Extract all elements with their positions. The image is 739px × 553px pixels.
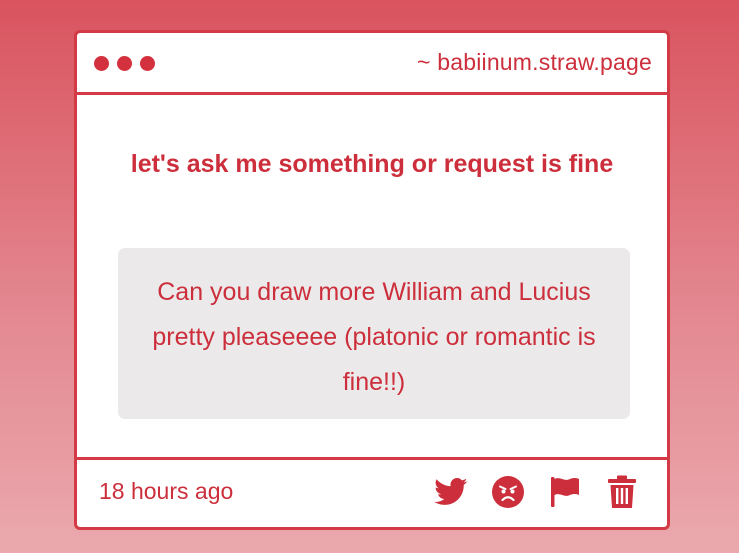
window-titlebar: ~ babiinum.straw.page [77, 33, 667, 95]
card-footer: 18 hours ago [77, 457, 667, 527]
message-box: Can you draw more William and Lucius pre… [118, 248, 630, 419]
message-text: Can you draw more William and Lucius pre… [152, 278, 596, 396]
flag-icon[interactable] [548, 475, 582, 509]
window-dots [94, 56, 155, 71]
window-dot [140, 56, 155, 71]
question-prompt: let's ask me something or request is fin… [130, 150, 614, 178]
twitter-icon[interactable] [434, 475, 468, 509]
window-dot [94, 56, 109, 71]
window-dot [117, 56, 132, 71]
page-url[interactable]: ~ babiinum.straw.page [417, 49, 652, 76]
action-bar [434, 475, 639, 509]
angry-face-icon[interactable] [491, 475, 525, 509]
message-card: ~ babiinum.straw.page let's ask me somet… [74, 30, 670, 530]
trash-icon[interactable] [605, 475, 639, 509]
timestamp: 18 hours ago [99, 478, 234, 504]
